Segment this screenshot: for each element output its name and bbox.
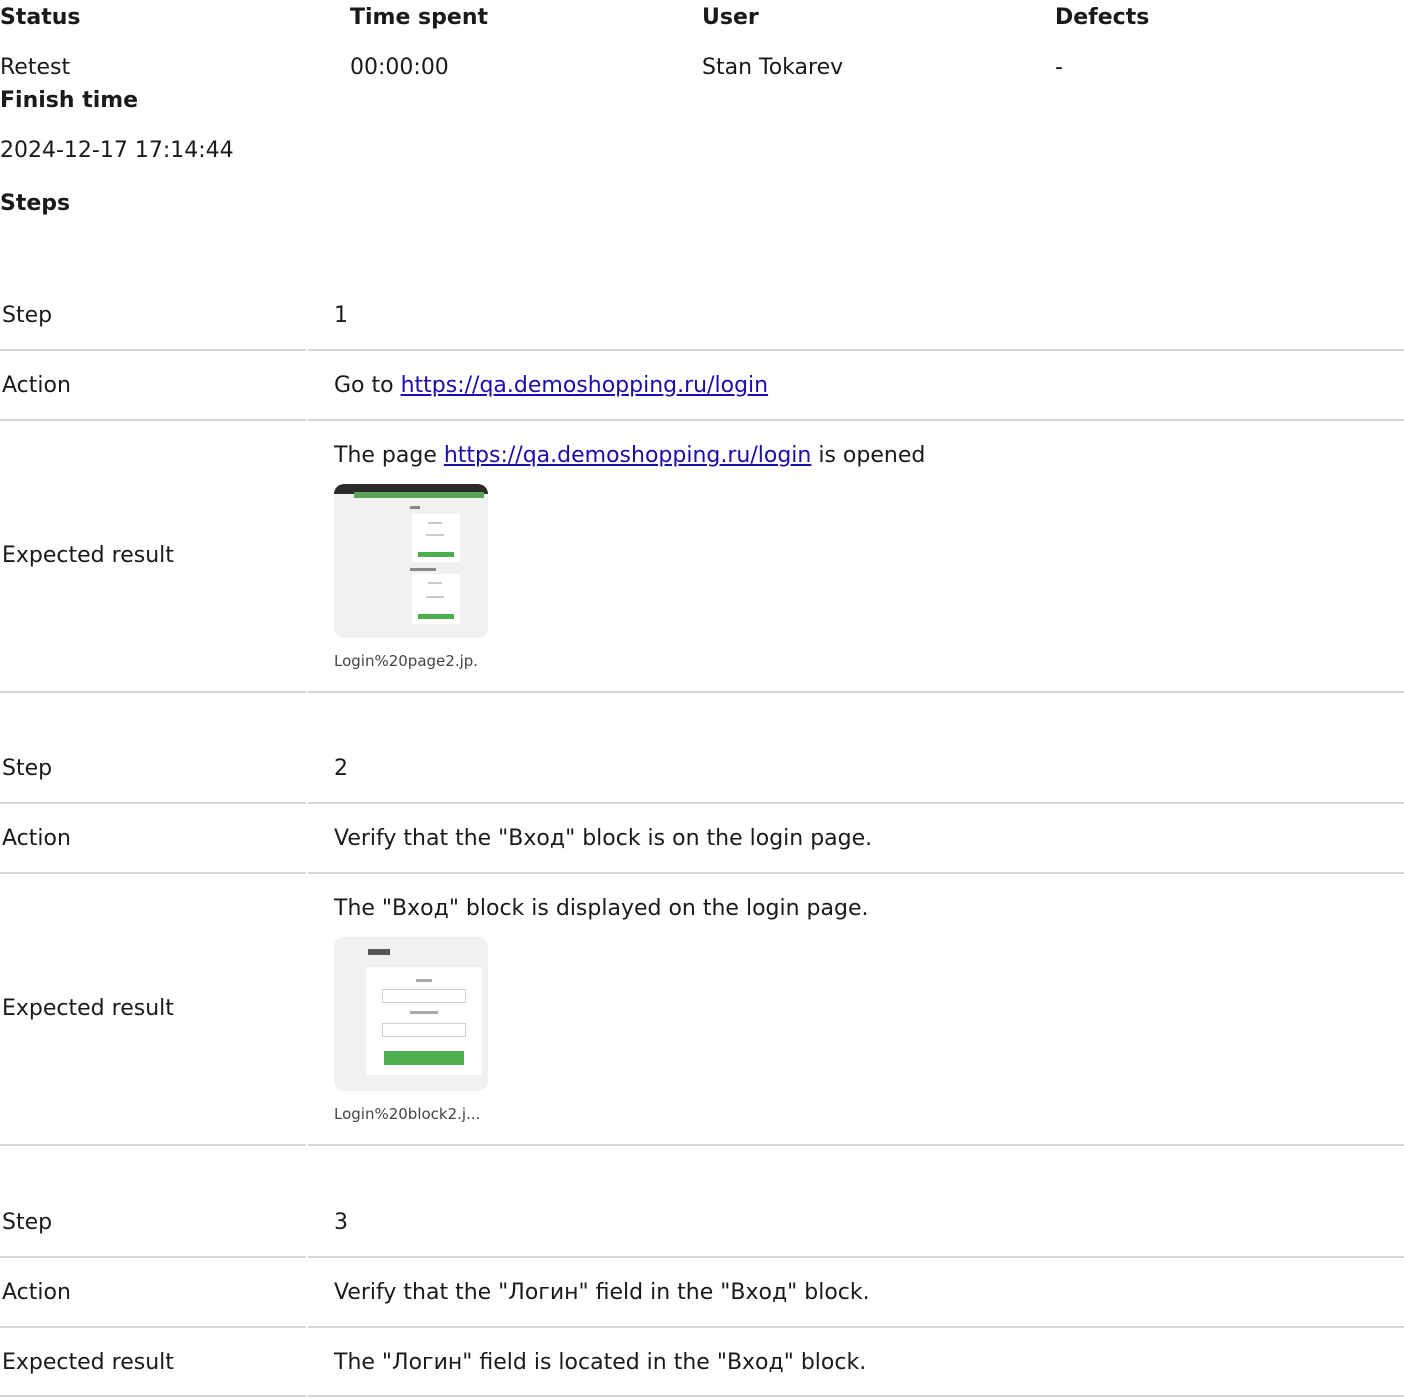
- finish-time-label: Finish time: [0, 88, 139, 113]
- divider: [308, 691, 1404, 693]
- expected-row: Expected result The page https://qa.demo…: [0, 420, 1404, 693]
- defects-label: Defects: [1055, 5, 1150, 30]
- thumb-input: [382, 1023, 466, 1037]
- divider: [308, 1144, 1404, 1146]
- step-label: Step: [2, 1210, 53, 1235]
- step-2: Step 2 Action Verify that the "Вход" blo…: [0, 753, 1404, 1146]
- divider: [0, 1395, 306, 1397]
- expected-row: Expected result The "Логин" field is loc…: [0, 1327, 1404, 1397]
- action-row: Action Verify that the "Логин" field in …: [0, 1257, 1404, 1328]
- thumb-line: [426, 596, 444, 598]
- user-value: Stan Tokarev: [702, 55, 844, 80]
- step-row: Step 3: [0, 1207, 1404, 1258]
- thumb-button: [418, 614, 454, 619]
- action-row: Action Verify that the "Вход" block is o…: [0, 803, 1404, 874]
- step-number: 2: [334, 756, 348, 781]
- expected-text: The page https://qa.demoshopping.ru/logi…: [334, 442, 925, 470]
- attachment-thumbnail-login-page[interactable]: [334, 484, 488, 638]
- test-run-details: Status Time spent User Defects Retest 00…: [0, 0, 1404, 1398]
- finish-time-value: 2024-12-17 17:14:44: [0, 138, 234, 163]
- expected-prefix: The page: [334, 443, 444, 468]
- divider: [0, 691, 306, 693]
- step-label: Step: [2, 756, 53, 781]
- expected-text: The "Логин" field is located in the "Вхо…: [334, 1350, 867, 1375]
- attachment-filename[interactable]: Login%20page2.jp.: [334, 652, 478, 670]
- expected-text: The "Вход" block is displayed on the log…: [334, 896, 869, 921]
- thumb-line: [428, 582, 442, 584]
- step-label: Step: [2, 303, 53, 328]
- attachment-thumbnail-login-block[interactable]: [334, 937, 488, 1091]
- defects-value: -: [1055, 55, 1063, 80]
- thumb-button: [418, 552, 454, 557]
- action-row: Action Go to https://qa.demoshopping.ru/…: [0, 350, 1404, 421]
- thumb-line: [428, 522, 442, 524]
- thumb-button: [384, 1051, 464, 1065]
- divider: [0, 1144, 306, 1146]
- status-label: Status: [0, 5, 81, 30]
- expected-label: Expected result: [2, 1350, 174, 1375]
- steps-heading: Steps: [0, 191, 71, 216]
- expected-suffix: is opened: [811, 443, 926, 468]
- expected-url-link[interactable]: https://qa.demoshopping.ru/login: [444, 443, 812, 468]
- divider: [308, 1395, 1404, 1397]
- expected-label: Expected result: [2, 996, 174, 1021]
- action-label: Action: [2, 373, 71, 398]
- action-label: Action: [2, 1280, 71, 1305]
- expected-row: Expected result The "Вход" block is disp…: [0, 873, 1404, 1146]
- thumb-title: [410, 568, 436, 571]
- step-number: 3: [334, 1210, 348, 1235]
- action-prefix: Go to: [334, 373, 401, 398]
- expected-label: Expected result: [2, 543, 174, 568]
- thumb-title: [368, 949, 390, 955]
- action-label: Action: [2, 826, 71, 851]
- user-label: User: [702, 5, 759, 30]
- step-number: 1: [334, 303, 348, 328]
- thumb-label: [410, 1011, 438, 1014]
- time-spent-label: Time spent: [350, 5, 488, 30]
- action-url-link[interactable]: https://qa.demoshopping.ru/login: [401, 373, 769, 398]
- thumb-nav: [354, 492, 484, 498]
- action-text: Verify that the "Логин" field in the "Вх…: [334, 1280, 870, 1305]
- step-row: Step 2: [0, 753, 1404, 804]
- step-row: Step 1: [0, 300, 1404, 351]
- status-value: Retest: [0, 55, 71, 80]
- thumb-line: [426, 534, 444, 536]
- action-text: Go to https://qa.demoshopping.ru/login: [334, 372, 768, 400]
- thumb-label: [416, 979, 432, 982]
- time-spent-value: 00:00:00: [350, 55, 449, 80]
- step-1: Step 1 Action Go to https://qa.demoshopp…: [0, 300, 1404, 693]
- step-3: Step 3 Action Verify that the "Логин" fi…: [0, 1207, 1404, 1397]
- attachment-filename[interactable]: Login%20block2.j...: [334, 1105, 480, 1123]
- thumb-input: [382, 989, 466, 1003]
- thumb-title: [410, 506, 420, 509]
- action-text: Verify that the "Вход" block is on the l…: [334, 826, 873, 851]
